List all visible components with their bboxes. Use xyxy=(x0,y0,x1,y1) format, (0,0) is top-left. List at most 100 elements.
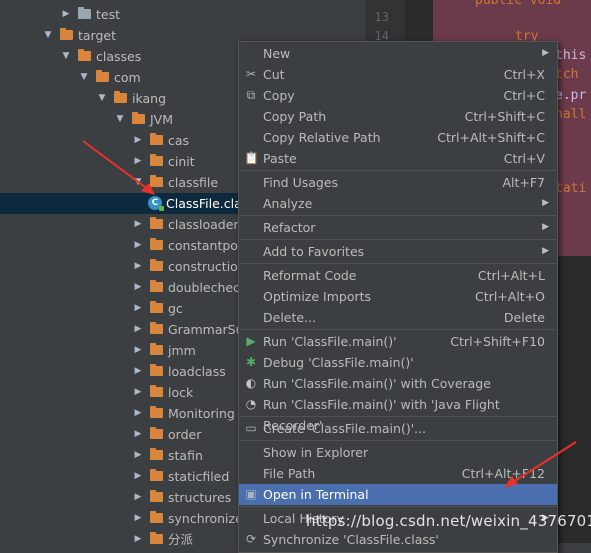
expanded-arrow-icon[interactable]: ▼ xyxy=(114,109,126,130)
tree-item-label: order xyxy=(168,427,202,442)
collapsed-arrow-icon[interactable]: ▶ xyxy=(132,214,144,235)
menu-item-cut[interactable]: ✂ Cut Ctrl+X xyxy=(239,64,557,85)
line-number: 13 xyxy=(374,10,389,24)
menu-item-delete[interactable]: Delete... Delete xyxy=(239,307,557,328)
folder-icon xyxy=(150,448,163,460)
collapsed-arrow-icon[interactable]: ▶ xyxy=(132,529,144,550)
menu-separator xyxy=(240,329,556,330)
menu-item-debug-classfile-main[interactable]: ✱ Debug 'ClassFile.main()' xyxy=(239,352,557,373)
menu-item-run-classfile-main-with-java-flight-recorder[interactable]: ◔ Run 'ClassFile.main()' with 'Java Fligh… xyxy=(239,394,557,433)
tree-item-label: loadclass xyxy=(168,364,226,379)
folder-icon xyxy=(132,112,145,124)
menu-item-label: Optimize Imports xyxy=(263,289,372,304)
menu-separator xyxy=(240,506,556,507)
tree-item-label: gc xyxy=(168,301,183,316)
menu-item-icon: ✱ xyxy=(245,355,257,369)
menu-item-paste[interactable]: 📋 Paste Ctrl+V xyxy=(239,148,557,169)
menu-item-create-classfile-main[interactable]: ▭ Create 'ClassFile.main()'... xyxy=(239,418,557,439)
menu-item-label: Run 'ClassFile.main()' with Coverage xyxy=(263,376,491,391)
folder-icon xyxy=(150,343,163,355)
folder-icon xyxy=(60,28,73,40)
folder-icon xyxy=(96,70,109,82)
menu-item-reformat-code[interactable]: Reformat Code Ctrl+Alt+L xyxy=(239,265,557,286)
collapsed-arrow-icon[interactable]: ▶ xyxy=(132,298,144,319)
collapsed-arrow-icon[interactable]: ▶ xyxy=(132,508,144,529)
folder-icon xyxy=(150,238,163,250)
folder-icon xyxy=(150,385,163,397)
collapsed-arrow-icon[interactable]: ▶ xyxy=(132,487,144,508)
menu-item-shortcut: Alt+F7 xyxy=(502,175,545,190)
folder-icon xyxy=(150,301,163,313)
tree-item-label: constantpool xyxy=(168,238,250,253)
menu-item-run-classfile-main-with-coverage[interactable]: ◐ Run 'ClassFile.main()' with Coverage xyxy=(239,373,557,394)
collapsed-arrow-icon[interactable]: ▶ xyxy=(132,256,144,277)
tree-item-label: cas xyxy=(168,133,190,148)
menu-item-label: File Path xyxy=(263,466,316,481)
menu-item-label: Reformat Code xyxy=(263,268,357,283)
code-line: nall xyxy=(555,107,587,122)
menu-item-run-classfile-main[interactable]: ▶ Run 'ClassFile.main()' Ctrl+Shift+F10 xyxy=(239,331,557,352)
collapsed-arrow-icon[interactable]: ▶ xyxy=(60,4,72,25)
menu-item-icon: 📋 xyxy=(244,151,259,165)
tree-item-label: doublecheck xyxy=(168,280,248,295)
menu-item-label: Delete... xyxy=(263,310,316,325)
collapsed-arrow-icon[interactable]: ▶ xyxy=(132,319,144,340)
menu-item-analyze[interactable]: Analyze ▶ xyxy=(239,193,557,214)
menu-item-synchronize-classfile-class[interactable]: ⟳ Synchronize 'ClassFile.class' xyxy=(239,529,557,550)
code-line: tati xyxy=(555,181,587,196)
submenu-arrow-icon: ▶ xyxy=(542,48,549,58)
code-line: this xyxy=(555,48,587,63)
menu-item-label: Analyze xyxy=(263,196,313,211)
menu-item-label: Run 'ClassFile.main()' xyxy=(263,334,397,349)
menu-item-label: New xyxy=(263,46,291,61)
expanded-arrow-icon[interactable]: ▼ xyxy=(60,46,72,67)
menu-item-shortcut: Ctrl+C xyxy=(503,88,545,103)
folder-icon xyxy=(150,259,163,271)
expanded-arrow-icon[interactable]: ▼ xyxy=(96,88,108,109)
menu-item-label: Cut xyxy=(263,67,285,82)
menu-item-label: Copy Path xyxy=(263,109,327,124)
menu-item-shortcut: Ctrl+X xyxy=(503,67,545,82)
collapsed-arrow-icon[interactable]: ▶ xyxy=(132,340,144,361)
menu-item-icon: ▣ xyxy=(245,487,257,501)
collapsed-arrow-icon[interactable]: ▶ xyxy=(132,403,144,424)
folder-icon xyxy=(150,469,163,481)
menu-item-add-to-favorites[interactable]: Add to Favorites ▶ xyxy=(239,241,557,262)
collapsed-arrow-icon[interactable]: ▶ xyxy=(132,277,144,298)
expanded-arrow-icon[interactable]: ▼ xyxy=(42,25,54,46)
collapsed-arrow-icon[interactable]: ▶ xyxy=(132,424,144,445)
menu-item-icon: ⟳ xyxy=(245,532,257,546)
menu-item-copy[interactable]: ⧉ Copy Ctrl+C xyxy=(239,85,557,106)
tree-item-label: 分派 xyxy=(168,532,194,547)
tree-item[interactable]: ▶ test xyxy=(0,4,365,25)
tree-item-label: classfile xyxy=(168,175,219,190)
tree-item-label: JVM xyxy=(150,112,174,127)
tree-item-label: cinit xyxy=(168,154,195,169)
expanded-arrow-icon[interactable]: ▼ xyxy=(78,67,90,88)
collapsed-arrow-icon[interactable]: ▶ xyxy=(132,382,144,403)
menu-item-find-usages[interactable]: Find Usages Alt+F7 xyxy=(239,172,557,193)
folder-icon xyxy=(150,217,163,229)
menu-item-label: Debug 'ClassFile.main()' xyxy=(263,355,414,370)
collapsed-arrow-icon[interactable]: ▶ xyxy=(132,235,144,256)
folder-icon xyxy=(150,406,163,418)
tree-item-label: target xyxy=(78,28,117,43)
folder-icon xyxy=(150,364,163,376)
collapsed-arrow-icon[interactable]: ▶ xyxy=(132,466,144,487)
menu-item-shortcut: Delete xyxy=(503,310,545,325)
menu-item-shortcut: Ctrl+Shift+C xyxy=(464,109,545,124)
tree-item-label: ClassFile.cla xyxy=(166,196,242,211)
submenu-arrow-icon: ▶ xyxy=(542,198,549,208)
menu-item-copy-relative-path[interactable]: Copy Relative Path Ctrl+Alt+Shift+C xyxy=(239,127,557,148)
tree-item-label: classloader xyxy=(168,217,239,232)
menu-item-copy-path[interactable]: Copy Path Ctrl+Shift+C xyxy=(239,106,557,127)
menu-item-shortcut: Ctrl+Alt+L xyxy=(477,268,545,283)
submenu-arrow-icon: ▶ xyxy=(542,246,549,256)
menu-item-icon: ◔ xyxy=(245,397,257,411)
collapsed-arrow-icon[interactable]: ▶ xyxy=(132,445,144,466)
folder-icon xyxy=(78,49,91,61)
collapsed-arrow-icon[interactable]: ▶ xyxy=(132,361,144,382)
menu-item-refactor[interactable]: Refactor ▶ xyxy=(239,217,557,238)
menu-item-new[interactable]: New ▶ xyxy=(239,43,557,64)
menu-item-optimize-imports[interactable]: Optimize Imports Ctrl+Alt+O xyxy=(239,286,557,307)
